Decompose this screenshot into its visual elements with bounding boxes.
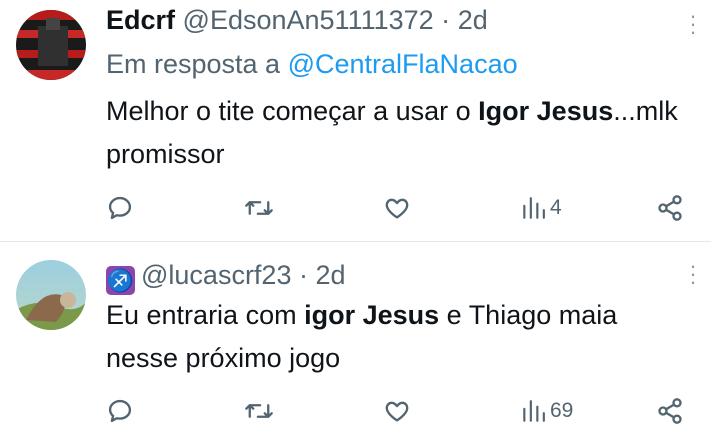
tweet-divider [0,241,711,242]
retweet-button[interactable] [244,190,274,226]
user-handle[interactable]: @EdsonAn51111372 [183,5,434,35]
reply-context: Em resposta a @CentralFlaNacao [106,47,518,81]
share-icon [658,195,682,221]
more-options-icon[interactable]: · · · [689,5,697,43]
views-icon [523,197,545,219]
heart-icon [385,198,409,219]
tweet-text-bold: Igor Jesus [478,96,614,126]
reply-button[interactable] [106,393,134,429]
separator-dot: · [441,5,451,35]
display-name[interactable]: Edcrf [106,5,175,35]
tweet-text: Melhor o tite começar a usar o Igor Jesu… [106,90,696,176]
tweet[interactable]: ♐ @lucascrf23 · 2d Eu entraria com igor J… [0,243,711,435]
avatar[interactable] [16,10,86,80]
views-count: 69 [550,399,574,422]
timestamp[interactable]: 2d [316,260,346,290]
share-icon [658,398,682,424]
reply-button[interactable] [106,190,134,226]
tweet-text-bold: igor Jesus [304,300,440,330]
reply-icon [108,196,132,220]
sagittarius-emoji-icon: ♐ [106,266,135,295]
timestamp[interactable]: 2d [458,5,488,35]
heart-icon [385,401,409,422]
avatar[interactable] [16,260,86,330]
more-options-icon[interactable]: · · · [689,255,697,293]
share-button[interactable] [656,190,684,226]
user-handle[interactable]: @lucascrf23 [141,260,291,290]
tweet-text-part: Eu entraria com [106,300,305,330]
tweet-header: ♐ @lucascrf23 · 2d [106,258,346,295]
like-button[interactable] [383,393,411,429]
views-button[interactable]: 4 [520,190,562,226]
reply-icon [108,399,132,423]
retweet-icon [245,404,273,418]
tweet-text: Eu entraria com igor Jesus e Thiago maia… [106,294,696,380]
tweet-text-part: Melhor o tite começar a usar o [106,96,479,126]
tweet-actions: 4 [106,190,696,226]
tweet[interactable]: Edcrf @EdsonAn51111372 · 2d Em resposta … [0,0,711,242]
share-button[interactable] [656,393,684,429]
tweet-actions: 69 [106,393,696,429]
views-icon [523,400,545,422]
views-button[interactable]: 69 [520,393,573,429]
separator-dot: · [298,260,308,290]
retweet-button[interactable] [244,393,274,429]
retweet-icon [245,201,273,215]
tweet-header: Edcrf @EdsonAn51111372 · 2d [106,3,488,37]
views-count: 4 [550,196,562,219]
reply-mention-link[interactable]: @CentralFlaNacao [288,49,518,79]
like-button[interactable] [383,190,411,226]
reply-prefix: Em resposta a [106,49,281,79]
